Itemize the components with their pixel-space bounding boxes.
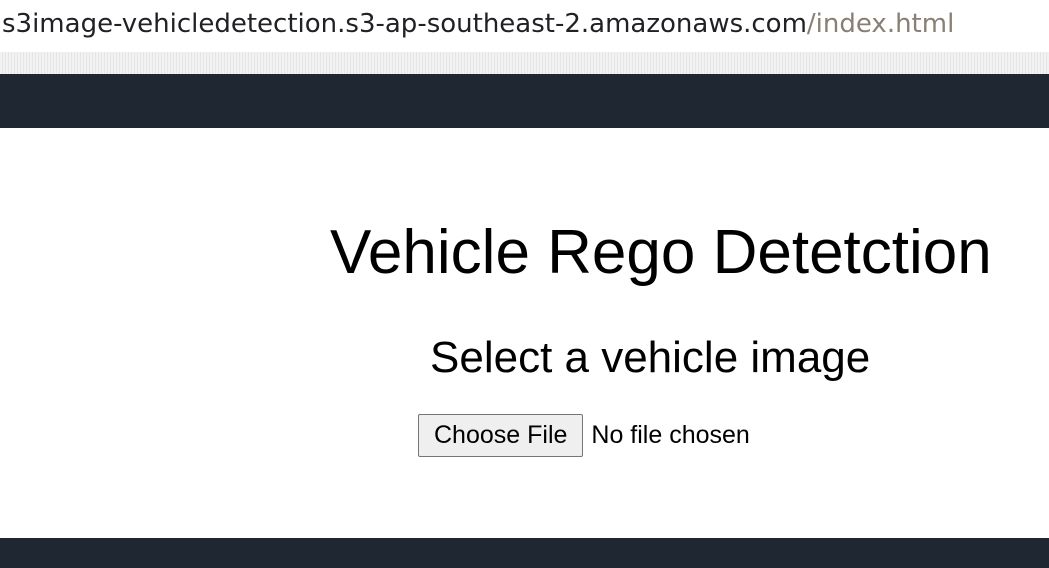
url-host: s3image-vehicledetection.s3-ap-southeast… (2, 9, 807, 39)
file-input[interactable]: Choose File No file chosen (418, 414, 750, 457)
footer-band (0, 538, 1049, 568)
address-bar[interactable]: s3image-vehicledetection.s3-ap-southeast… (0, 0, 1049, 52)
main-content: Vehicle Rego Detetction Select a vehicle… (290, 128, 1049, 538)
header-band (0, 74, 1049, 128)
file-status-text: No file chosen (591, 421, 750, 449)
choose-file-button[interactable]: Choose File (418, 414, 584, 457)
url-path: /index.html (806, 9, 955, 39)
page-title: Vehicle Rego Detetction (330, 218, 992, 287)
page-loading-strip (0, 52, 1049, 124)
page-subtitle: Select a vehicle image (430, 333, 871, 382)
